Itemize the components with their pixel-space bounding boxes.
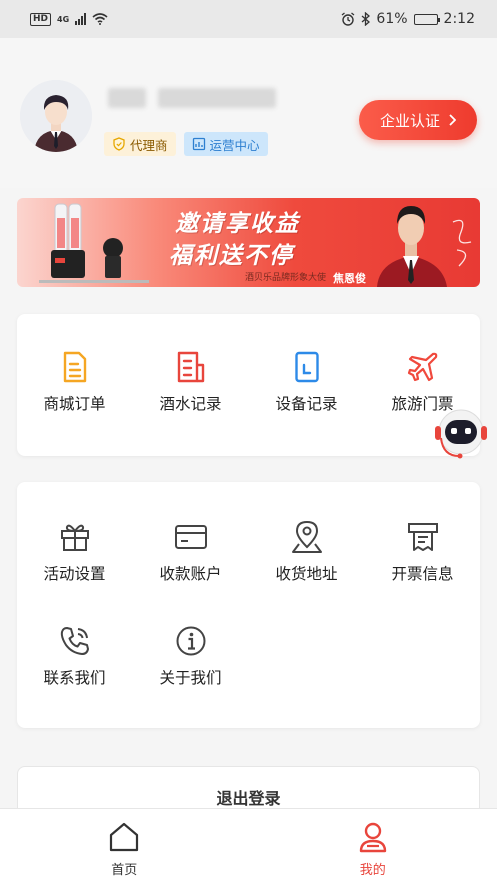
avatar-person-icon (20, 80, 92, 152)
robot-icon (435, 409, 487, 459)
device-icon (290, 350, 324, 384)
alarm-icon (342, 12, 355, 26)
tag-agent-label: 代理商 (130, 137, 168, 153)
bottom-tab-bar: 首页 我的 (0, 808, 497, 883)
avatar[interactable] (20, 80, 92, 152)
menu-payment-account[interactable]: 收款账户 (133, 520, 248, 584)
chevron-right-icon (449, 114, 456, 126)
order-icon (58, 350, 92, 384)
bluetooth-icon (361, 12, 371, 26)
tab-mine[interactable]: 我的 (249, 809, 497, 883)
clock: 2:12 (443, 11, 475, 27)
secondary-menu-card: 活动设置 收款账户 收货地址 开票信息 联系我们 关于我们 (17, 482, 480, 728)
menu-about-us-label: 关于我们 (159, 669, 222, 687)
menu-payment-account-label: 收款账户 (159, 565, 222, 583)
banner-caption: 酒贝乐品牌形象大使 (245, 273, 327, 283)
tag-agent: 代理商 (104, 132, 176, 156)
banner-headline-1: 邀请享收益 (175, 211, 300, 237)
menu-mall-orders-label: 商城订单 (43, 395, 106, 413)
status-right: 61% 2:12 (341, 11, 475, 27)
status-bar: HD 4G 61% 2:12 (0, 0, 497, 38)
menu-activity-settings-label: 活动设置 (43, 565, 106, 583)
product-illustration (39, 203, 149, 283)
record-icon (174, 350, 208, 384)
phone-icon (58, 624, 92, 658)
menu-wine-records[interactable]: 酒水记录 (133, 350, 248, 414)
status-left: HD 4G (30, 12, 108, 26)
role-tags: 代理商 运营中心 (104, 132, 268, 156)
wifi-icon (92, 13, 108, 25)
shield-icon (113, 137, 125, 151)
banner-headline-2: 福利送不停 (169, 243, 294, 269)
battery-percent: 61% (376, 11, 408, 27)
menu-device-records-label: 设备记录 (275, 395, 338, 413)
tag-operations-label: 运营中心 (209, 137, 260, 153)
info-icon (174, 624, 208, 658)
profile-header: 代理商 运营中心 企业认证 (0, 38, 497, 188)
signature-graphic (452, 219, 472, 267)
banner-ambassador-name: 焦恩俊 (333, 272, 366, 285)
robot-assistant-button[interactable] (433, 404, 489, 464)
menu-shipping-address[interactable]: 收货地址 (249, 520, 364, 584)
menu-contact-us-label: 联系我们 (43, 669, 106, 687)
invoice-icon (406, 520, 440, 554)
signal-icon (75, 13, 87, 25)
plane-icon (406, 350, 440, 384)
menu-activity-settings[interactable]: 活动设置 (17, 520, 132, 584)
menu-contact-us[interactable]: 联系我们 (17, 624, 132, 688)
tab-home[interactable]: 首页 (0, 809, 249, 883)
primary-menu-card: 商城订单 酒水记录 设备记录 旅游门票 (17, 314, 480, 456)
promo-banner[interactable]: 邀请享收益 福利送不停 酒贝乐品牌形象大使 焦恩俊 (17, 198, 480, 287)
menu-about-us[interactable]: 关于我们 (133, 624, 248, 688)
ambassador-photo (377, 206, 447, 287)
tag-operations: 运营中心 (183, 132, 268, 156)
gift-icon (58, 520, 92, 554)
menu-wine-records-label: 酒水记录 (159, 395, 222, 413)
enterprise-certification-button[interactable]: 企业认证 (359, 100, 477, 140)
hd-indicator: HD (30, 12, 52, 26)
user-name-redacted (108, 88, 276, 110)
tab-home-label: 首页 (111, 863, 138, 878)
card-icon (174, 520, 208, 554)
menu-invoice-info[interactable]: 开票信息 (365, 520, 480, 584)
network-type: 4G (57, 14, 70, 24)
menu-invoice-info-label: 开票信息 (391, 565, 454, 583)
battery-icon (413, 13, 440, 25)
menu-device-records[interactable]: 设备记录 (249, 350, 364, 414)
menu-mall-orders[interactable]: 商城订单 (17, 350, 132, 414)
menu-shipping-address-label: 收货地址 (275, 565, 338, 583)
cert-button-label: 企业认证 (379, 112, 440, 130)
user-icon (359, 822, 386, 853)
location-icon (290, 520, 324, 554)
tab-mine-label: 我的 (359, 863, 386, 878)
chart-icon (192, 137, 205, 151)
home-icon (110, 822, 139, 852)
